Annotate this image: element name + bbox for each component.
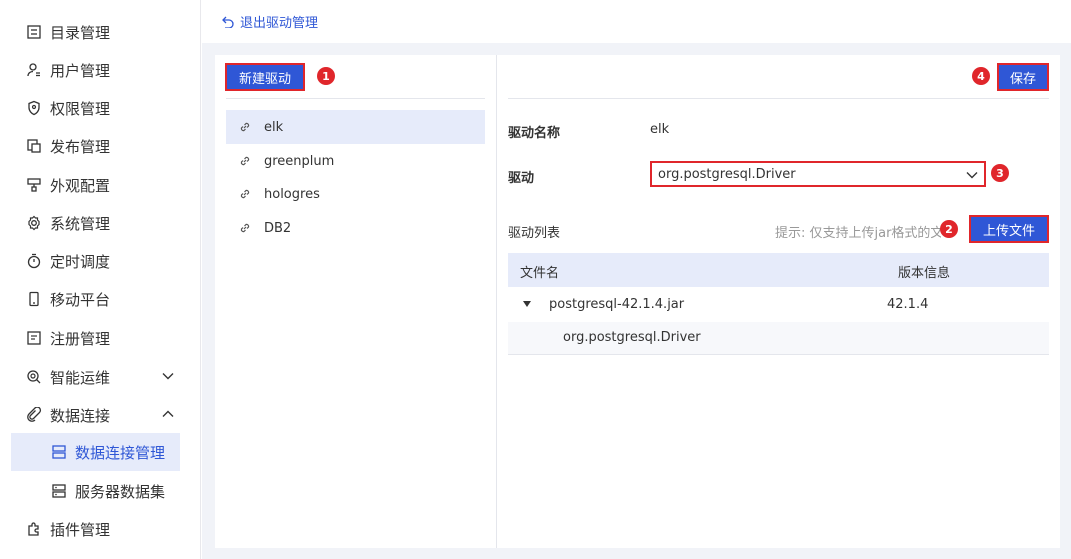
driver-item-hologres[interactable]: hologres: [226, 177, 485, 211]
driver-panel: 新建驱动 1 elk greenplum hologres DB2 4 保存 驱…: [215, 55, 1060, 548]
sidebar-item-appearance[interactable]: 外观配置: [0, 167, 201, 203]
database-icon: [51, 444, 67, 460]
divider: [508, 98, 1049, 99]
sidebar-item-label: 用户管理: [50, 61, 111, 80]
column-header-file: 文件名: [520, 266, 560, 281]
version-cell: 42.1.4: [887, 297, 929, 312]
back-link-label: 退出驱动管理: [240, 16, 319, 31]
divider: [226, 98, 485, 99]
server-dataset-icon: [51, 483, 67, 499]
publish-icon: [26, 138, 42, 154]
back-arrow-icon: [222, 16, 234, 28]
shield-icon: [26, 100, 42, 116]
sidebar-subitem-connection-management[interactable]: 数据连接管理: [11, 433, 180, 471]
column-header-version: 版本信息: [898, 266, 951, 281]
sidebar-item-users[interactable]: 用户管理: [0, 52, 201, 88]
sidebar-item-plugins[interactable]: 插件管理: [0, 511, 201, 547]
user-icon: [26, 62, 42, 78]
new-driver-button[interactable]: 新建驱动: [225, 63, 305, 91]
sidebar-item-label: 目录管理: [50, 23, 111, 42]
plugin-icon: [26, 521, 42, 537]
sidebar-subitem-server-dataset[interactable]: 服务器数据集: [11, 472, 180, 510]
table-row-child: org.postgresql.Driver: [508, 322, 1049, 355]
sidebar-item-data-connection[interactable]: 数据连接: [0, 397, 201, 433]
driver-name-label: 驱动名称: [508, 126, 561, 141]
sidebar-item-label: 系统管理: [50, 214, 111, 233]
driver-item-label: greenplum: [264, 153, 335, 169]
sidebar-item-publish[interactable]: 发布管理: [0, 128, 201, 164]
sidebar-item-label: 智能运维: [50, 368, 111, 387]
sidebar-item-label: 定时调度: [50, 252, 111, 271]
sidebar-item-permissions[interactable]: 权限管理: [0, 90, 201, 126]
driver-label: 驱动: [508, 171, 535, 186]
chevron-up-icon: [162, 410, 174, 417]
top-bar: 退出驱动管理: [202, 0, 1071, 43]
file-name-cell: postgresql-42.1.4.jar: [549, 297, 685, 312]
sidebar-item-label: 权限管理: [50, 99, 111, 118]
sidebar-item-system[interactable]: 系统管理: [0, 205, 201, 241]
step-badge-1: 1: [317, 67, 335, 85]
gear-icon: [26, 215, 42, 231]
step-badge-3: 3: [991, 164, 1009, 182]
driver-class-cell: org.postgresql.Driver: [563, 330, 701, 345]
sidebar-item-ops[interactable]: 智能运维: [0, 359, 201, 395]
sidebar-item-label: 移动平台: [50, 290, 111, 309]
sidebar-subitem-label: 数据连接管理: [75, 443, 166, 462]
sidebar-item-catalog[interactable]: 目录管理: [0, 14, 201, 50]
link-icon: [240, 189, 250, 199]
chevron-down-icon: [162, 373, 174, 380]
step-badge-4: 4: [972, 67, 990, 85]
exit-driver-management-link[interactable]: 退出驱动管理: [222, 12, 318, 31]
save-button-label: 保存: [1009, 71, 1036, 87]
link-icon: [26, 407, 42, 423]
sidebar-item-label: 外观配置: [50, 176, 111, 195]
driver-item-label: hologres: [264, 186, 320, 202]
driver-table-header: 文件名 版本信息: [508, 253, 1049, 287]
sidebar-item-schedule[interactable]: 定时调度: [0, 243, 201, 279]
main-area: 退出驱动管理 新建驱动 1 elk greenplum hologres DB2…: [202, 0, 1071, 559]
driver-select-value: org.postgresql.Driver: [658, 166, 796, 182]
link-icon: [240, 156, 250, 166]
expand-caret-icon[interactable]: [523, 301, 531, 307]
timer-icon: [26, 253, 42, 269]
driver-item-greenplum[interactable]: greenplum: [226, 144, 485, 178]
step-badge-2: 2: [940, 220, 958, 238]
list-icon: [26, 24, 42, 40]
sidebar-item-mobile[interactable]: 移动平台: [0, 281, 201, 317]
driver-list-label: 驱动列表: [508, 226, 561, 241]
driver-item-db2[interactable]: DB2: [226, 211, 485, 245]
sidebar: 目录管理 用户管理 权限管理 发布管理 外观配置 系统管理 定时调度 移动平台 …: [0, 0, 201, 559]
table-row[interactable]: postgresql-42.1.4.jar 42.1.4: [508, 289, 1049, 322]
driver-list-panel: 新建驱动 1 elk greenplum hologres DB2: [215, 55, 497, 548]
upload-file-button-label: 上传文件: [982, 223, 1035, 239]
sidebar-item-label: 发布管理: [50, 137, 111, 156]
sidebar-subitem-label: 服务器数据集: [75, 482, 166, 501]
register-icon: [26, 330, 42, 346]
sidebar-item-label: 插件管理: [50, 520, 111, 539]
ops-icon: [26, 369, 42, 385]
sidebar-item-label: 注册管理: [50, 329, 111, 348]
sidebar-item-register[interactable]: 注册管理: [0, 320, 201, 356]
chevron-down-icon: [966, 172, 978, 179]
driver-select[interactable]: org.postgresql.Driver: [650, 161, 986, 187]
driver-detail-panel: 4 保存 驱动名称 elk 驱动 org.postgresql.Driver 3…: [497, 55, 1060, 548]
save-button[interactable]: 保存: [997, 63, 1049, 91]
appearance-icon: [26, 177, 42, 193]
driver-item-label: elk: [264, 119, 284, 135]
driver-item-label: DB2: [264, 220, 292, 236]
upload-file-button[interactable]: 上传文件: [969, 215, 1049, 243]
mobile-icon: [26, 291, 42, 307]
new-driver-button-label: 新建驱动: [238, 71, 291, 87]
driver-item-elk[interactable]: elk: [226, 110, 485, 144]
link-icon: [240, 223, 250, 233]
driver-name-value: elk: [650, 122, 670, 137]
link-icon: [240, 122, 250, 132]
sidebar-item-label: 数据连接: [50, 406, 111, 425]
upload-hint: 提示: 仅支持上传jar格式的文: [775, 226, 941, 241]
